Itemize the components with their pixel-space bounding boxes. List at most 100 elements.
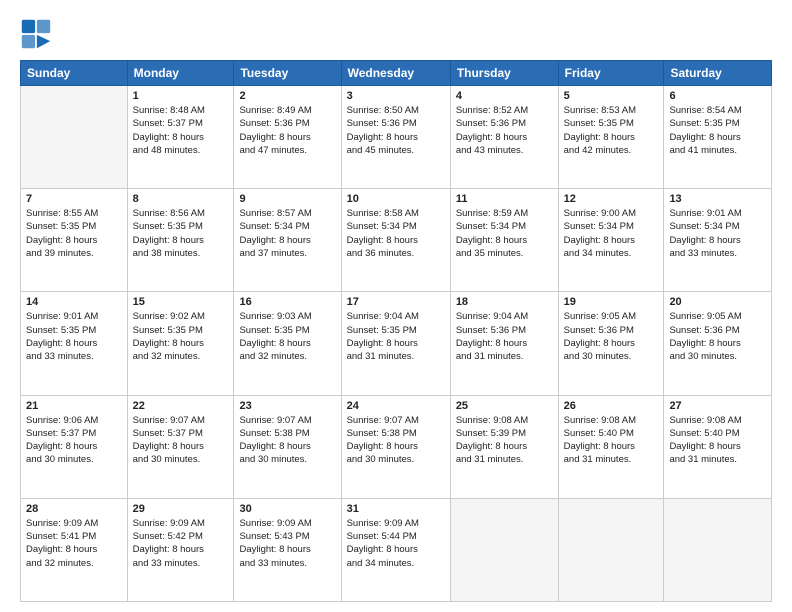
calendar-week-row: 14Sunrise: 9:01 AM Sunset: 5:35 PM Dayli… <box>21 292 772 395</box>
day-number: 8 <box>133 193 229 205</box>
day-number: 12 <box>564 193 659 205</box>
weekday-header: Saturday <box>664 61 772 86</box>
calendar-table: SundayMondayTuesdayWednesdayThursdayFrid… <box>20 60 772 602</box>
day-number: 22 <box>133 400 229 412</box>
day-info: Sunrise: 8:50 AM Sunset: 5:36 PM Dayligh… <box>347 104 445 157</box>
weekday-header: Wednesday <box>341 61 450 86</box>
calendar-cell: 29 Sunrise: 9:09 AM Sunset: 5:42 PM Dayli… <box>127 498 234 601</box>
calendar-cell: 23 Sunrise: 9:07 AM Sunset: 5:38 PM Dayli… <box>234 395 341 498</box>
calendar-cell: 28 Sunrise: 9:09 AM Sunset: 5:41 PM Dayli… <box>21 498 128 601</box>
day-info: Sunrise: 9:09 AM Sunset: 5:43 PM Dayligh… <box>239 517 335 570</box>
calendar-cell: 7Sunrise: 8:55 AM Sunset: 5:35 PM Daylig… <box>21 189 128 292</box>
day-number: 23 <box>239 400 335 412</box>
day-info: Sunrise: 9:09 AM Sunset: 5:41 PM Dayligh… <box>26 517 122 570</box>
calendar-cell: 1 Sunrise: 8:48 AM Sunset: 5:37 PM Daylig… <box>127 86 234 189</box>
day-number: 1 <box>133 90 229 102</box>
day-info: Sunrise: 9:01 AM Sunset: 5:35 PM Dayligh… <box>26 310 122 363</box>
calendar-cell: 9 Sunrise: 8:57 AM Sunset: 5:34 PM Daylig… <box>234 189 341 292</box>
calendar-cell <box>664 498 772 601</box>
header <box>20 18 772 50</box>
calendar-cell: 24 Sunrise: 9:07 AM Sunset: 5:38 PM Dayli… <box>341 395 450 498</box>
calendar-cell: 6 Sunrise: 8:54 AM Sunset: 5:35 PM Daylig… <box>664 86 772 189</box>
calendar-cell: 12 Sunrise: 9:00 AM Sunset: 5:34 PM Dayli… <box>558 189 664 292</box>
calendar-cell: 25Sunrise: 9:08 AM Sunset: 5:39 PM Dayli… <box>450 395 558 498</box>
day-info: Sunrise: 8:48 AM Sunset: 5:37 PM Dayligh… <box>133 104 229 157</box>
calendar-cell: 10 Sunrise: 8:58 AM Sunset: 5:34 PM Dayli… <box>341 189 450 292</box>
calendar-cell: 26 Sunrise: 9:08 AM Sunset: 5:40 PM Dayli… <box>558 395 664 498</box>
day-number: 6 <box>669 90 766 102</box>
calendar-cell <box>558 498 664 601</box>
weekday-header: Tuesday <box>234 61 341 86</box>
day-number: 24 <box>347 400 445 412</box>
calendar-cell: 19 Sunrise: 9:05 AM Sunset: 5:36 PM Dayli… <box>558 292 664 395</box>
calendar-cell: 27 Sunrise: 9:08 AM Sunset: 5:40 PM Dayli… <box>664 395 772 498</box>
day-info: Sunrise: 9:09 AM Sunset: 5:44 PM Dayligh… <box>347 517 445 570</box>
calendar-cell: 15 Sunrise: 9:02 AM Sunset: 5:35 PM Dayli… <box>127 292 234 395</box>
day-number: 28 <box>26 503 122 515</box>
day-info: Sunrise: 8:59 AM Sunset: 5:34 PM Dayligh… <box>456 207 553 260</box>
day-info: Sunrise: 8:49 AM Sunset: 5:36 PM Dayligh… <box>239 104 335 157</box>
calendar-cell: 17 Sunrise: 9:04 AM Sunset: 5:35 PM Dayli… <box>341 292 450 395</box>
calendar-header: SundayMondayTuesdayWednesdayThursdayFrid… <box>21 61 772 86</box>
day-number: 16 <box>239 296 335 308</box>
day-number: 9 <box>239 193 335 205</box>
day-info: Sunrise: 9:01 AM Sunset: 5:34 PM Dayligh… <box>669 207 766 260</box>
day-info: Sunrise: 8:57 AM Sunset: 5:34 PM Dayligh… <box>239 207 335 260</box>
day-info: Sunrise: 8:52 AM Sunset: 5:36 PM Dayligh… <box>456 104 553 157</box>
calendar-cell: 13 Sunrise: 9:01 AM Sunset: 5:34 PM Dayli… <box>664 189 772 292</box>
weekday-header: Thursday <box>450 61 558 86</box>
day-info: Sunrise: 9:04 AM Sunset: 5:36 PM Dayligh… <box>456 310 553 363</box>
day-info: Sunrise: 8:58 AM Sunset: 5:34 PM Dayligh… <box>347 207 445 260</box>
day-info: Sunrise: 8:54 AM Sunset: 5:35 PM Dayligh… <box>669 104 766 157</box>
day-number: 3 <box>347 90 445 102</box>
day-number: 2 <box>239 90 335 102</box>
calendar-cell: 30 Sunrise: 9:09 AM Sunset: 5:43 PM Dayli… <box>234 498 341 601</box>
day-info: Sunrise: 8:53 AM Sunset: 5:35 PM Dayligh… <box>564 104 659 157</box>
calendar-cell: 5 Sunrise: 8:53 AM Sunset: 5:35 PM Daylig… <box>558 86 664 189</box>
day-info: Sunrise: 8:56 AM Sunset: 5:35 PM Dayligh… <box>133 207 229 260</box>
day-info: Sunrise: 9:06 AM Sunset: 5:37 PM Dayligh… <box>26 414 122 467</box>
logo-icon <box>20 18 52 50</box>
day-info: Sunrise: 9:05 AM Sunset: 5:36 PM Dayligh… <box>564 310 659 363</box>
calendar-cell: 21 Sunrise: 9:06 AM Sunset: 5:37 PM Dayli… <box>21 395 128 498</box>
calendar-body: 1 Sunrise: 8:48 AM Sunset: 5:37 PM Daylig… <box>21 86 772 602</box>
day-number: 26 <box>564 400 659 412</box>
calendar-cell: 18Sunrise: 9:04 AM Sunset: 5:36 PM Dayli… <box>450 292 558 395</box>
day-number: 4 <box>456 90 553 102</box>
calendar-week-row: 7Sunrise: 8:55 AM Sunset: 5:35 PM Daylig… <box>21 189 772 292</box>
day-number: 15 <box>133 296 229 308</box>
day-number: 27 <box>669 400 766 412</box>
day-info: Sunrise: 9:08 AM Sunset: 5:40 PM Dayligh… <box>669 414 766 467</box>
weekday-header-row: SundayMondayTuesdayWednesdayThursdayFrid… <box>21 61 772 86</box>
day-info: Sunrise: 9:08 AM Sunset: 5:39 PM Dayligh… <box>456 414 553 467</box>
calendar-cell <box>450 498 558 601</box>
day-info: Sunrise: 9:03 AM Sunset: 5:35 PM Dayligh… <box>239 310 335 363</box>
calendar-cell: 31Sunrise: 9:09 AM Sunset: 5:44 PM Dayli… <box>341 498 450 601</box>
day-number: 20 <box>669 296 766 308</box>
day-number: 19 <box>564 296 659 308</box>
day-info: Sunrise: 9:00 AM Sunset: 5:34 PM Dayligh… <box>564 207 659 260</box>
day-info: Sunrise: 9:07 AM Sunset: 5:38 PM Dayligh… <box>347 414 445 467</box>
day-info: Sunrise: 9:08 AM Sunset: 5:40 PM Dayligh… <box>564 414 659 467</box>
calendar-cell: 3 Sunrise: 8:50 AM Sunset: 5:36 PM Daylig… <box>341 86 450 189</box>
day-number: 21 <box>26 400 122 412</box>
day-number: 10 <box>347 193 445 205</box>
day-number: 17 <box>347 296 445 308</box>
day-info: Sunrise: 9:04 AM Sunset: 5:35 PM Dayligh… <box>347 310 445 363</box>
calendar-page: SundayMondayTuesdayWednesdayThursdayFrid… <box>0 0 792 612</box>
calendar-week-row: 21 Sunrise: 9:06 AM Sunset: 5:37 PM Dayli… <box>21 395 772 498</box>
calendar-cell: 2 Sunrise: 8:49 AM Sunset: 5:36 PM Daylig… <box>234 86 341 189</box>
calendar-cell: 14Sunrise: 9:01 AM Sunset: 5:35 PM Dayli… <box>21 292 128 395</box>
calendar-cell: 16 Sunrise: 9:03 AM Sunset: 5:35 PM Dayli… <box>234 292 341 395</box>
calendar-week-row: 28 Sunrise: 9:09 AM Sunset: 5:41 PM Dayli… <box>21 498 772 601</box>
day-number: 13 <box>669 193 766 205</box>
calendar-cell: 20Sunrise: 9:05 AM Sunset: 5:36 PM Dayli… <box>664 292 772 395</box>
day-info: Sunrise: 9:07 AM Sunset: 5:38 PM Dayligh… <box>239 414 335 467</box>
day-info: Sunrise: 9:02 AM Sunset: 5:35 PM Dayligh… <box>133 310 229 363</box>
weekday-header: Sunday <box>21 61 128 86</box>
day-number: 5 <box>564 90 659 102</box>
day-number: 30 <box>239 503 335 515</box>
calendar-cell: 11Sunrise: 8:59 AM Sunset: 5:34 PM Dayli… <box>450 189 558 292</box>
day-info: Sunrise: 9:09 AM Sunset: 5:42 PM Dayligh… <box>133 517 229 570</box>
day-number: 29 <box>133 503 229 515</box>
